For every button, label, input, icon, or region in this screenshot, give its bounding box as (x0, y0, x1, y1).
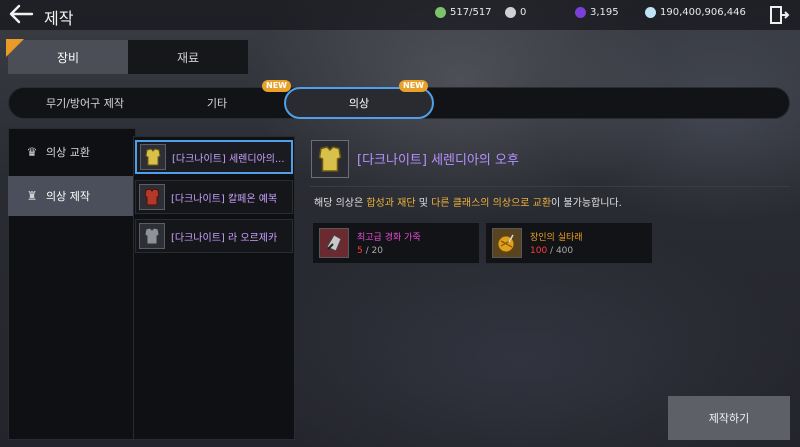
list-item[interactable]: [다크나이트] 칼페온 예복 (135, 180, 293, 214)
subtab-weapon-armor[interactable]: 무기/방어구 제작 (20, 87, 150, 119)
resource-pearl: 0 (505, 7, 526, 18)
anvil-icon: ♜ (26, 189, 38, 203)
resource-silver: 190,400,906,446 (645, 7, 746, 18)
material-slot[interactable]: 장인의 실타래 100 / 400 (485, 222, 653, 264)
craft-button[interactable]: 제작하기 (668, 396, 790, 440)
silver-icon (645, 7, 656, 18)
item-description: 해당 의상은 합성과 재단 및 다른 클래스의 의상으로 교환이 불가능합니다. (314, 198, 622, 209)
crown-icon: ♛ (26, 145, 38, 159)
yellow-armor-icon (311, 140, 349, 178)
new-badge-costume: NEW (399, 80, 428, 92)
page-title: 제작 (44, 9, 74, 28)
material-slot[interactable]: 최고급 경화 가죽 5 / 20 (312, 222, 480, 264)
back-arrow-icon[interactable] (8, 3, 34, 25)
resource-gem: 3,195 (575, 7, 619, 18)
list-item[interactable]: [다크나이트] 세렌디아의... (135, 140, 293, 174)
corner-new-ribbon (6, 39, 24, 57)
thread-icon (492, 228, 522, 258)
pearl-icon (505, 7, 516, 18)
energy-icon (435, 7, 446, 18)
tab-materials[interactable]: 재료 (128, 40, 248, 74)
category-sidebar (8, 128, 136, 440)
tab-equipment[interactable]: 장비 (8, 40, 128, 74)
red-armor-icon (139, 184, 165, 210)
sidebar-item-costume-exchange[interactable]: ♛ 의상 교환 (8, 132, 134, 172)
divider (310, 186, 790, 187)
silver-armor-icon (139, 223, 165, 249)
leather-icon (319, 228, 349, 258)
list-item[interactable]: [다크나이트] 라 오르제카 (135, 219, 293, 253)
gem-icon (575, 7, 586, 18)
yellow-armor-icon (140, 144, 166, 170)
item-name: [다크나이트] 세렌디아의 오후 (357, 153, 519, 168)
resource-energy: 517/517 (435, 7, 492, 18)
exit-icon[interactable] (768, 4, 790, 26)
subtab-etc[interactable]: 기타 (150, 87, 284, 119)
new-badge-etc: NEW (262, 80, 291, 92)
sidebar-item-costume-craft[interactable]: ♜ 의상 제작 (8, 176, 134, 216)
